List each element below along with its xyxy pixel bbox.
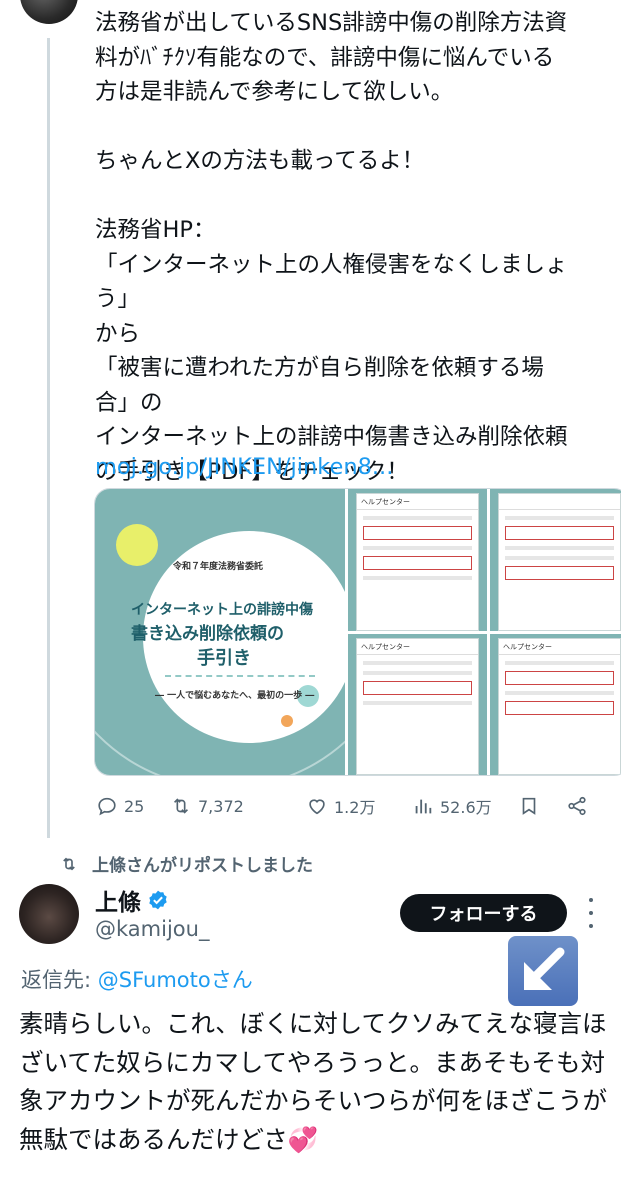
author-avatar[interactable]	[20, 0, 78, 24]
highlight-box	[505, 700, 614, 715]
down-left-arrow-icon	[508, 936, 578, 1006]
text-line	[363, 546, 472, 550]
verified-badge-icon	[149, 890, 167, 910]
media-screen[interactable]: ヘルプセンター	[490, 633, 621, 775]
phone-screenshot: ヘルプセンター	[498, 637, 621, 775]
screen-header: ヘルプセンター	[357, 639, 478, 655]
decor-yellow-circle	[116, 524, 158, 566]
bookmark-icon	[522, 797, 536, 815]
highlight-box	[363, 526, 472, 540]
screen-header: ヘルプセンター	[499, 639, 620, 655]
views-icon	[415, 799, 432, 814]
views-button[interactable]: 52.6万	[412, 794, 492, 818]
share-icon	[568, 796, 586, 816]
reply-icon	[98, 797, 116, 816]
text-line	[363, 576, 472, 580]
repost-count: 7,372	[198, 796, 244, 816]
cover-title-line3: 手引き	[197, 648, 251, 669]
view-count: 52.6万	[440, 798, 492, 817]
text-line	[505, 660, 614, 665]
highlight-box	[363, 556, 472, 570]
thread-line	[47, 38, 50, 838]
reply-mention-link[interactable]: @SFumotoさん	[98, 968, 253, 992]
tweet-media[interactable]: 令和７年度法務省委託 インターネット上の誹謗中傷 書き込み削除依頼の 手引き ―…	[94, 488, 621, 776]
text-line	[363, 516, 472, 520]
heart-icon	[309, 799, 325, 815]
text-line	[505, 690, 614, 695]
media-screens: ヘルプセンター ヘルプセンター ヘルプセンター	[348, 489, 621, 775]
cover-divider	[165, 675, 315, 677]
decor-orange-circle	[281, 715, 293, 727]
repost-icon	[173, 798, 189, 814]
cover-title-line1: インターネット上の誹謗中傷	[131, 602, 313, 618]
text-line	[505, 556, 614, 560]
repost-header-text: 上條さんがリポストしました	[92, 856, 313, 876]
highlight-box	[505, 670, 614, 685]
repost-icon	[63, 857, 75, 870]
phone-screenshot: ヘルプセンター	[356, 637, 479, 775]
reply-prefix: 返信先:	[21, 968, 98, 992]
text-line	[363, 670, 472, 675]
like-button[interactable]: 1.2万	[306, 794, 375, 818]
tweet-link[interactable]: moj.go.jp/JINKEN/jinken8...	[95, 452, 393, 482]
cover-title-line2: 書き込み削除依頼の	[131, 624, 284, 644]
repost-button[interactable]: 7,372	[170, 795, 244, 817]
highlight-box	[505, 526, 614, 540]
tweet-text: 法務省が出しているSNS誹謗中傷の削除方法資 料がﾊﾞﾁｸｿ有能なので、誹謗中傷…	[95, 10, 568, 485]
text-line	[363, 660, 472, 665]
cover-subtitle: ― 一人で悩むあなたへ、最初の一歩 ―	[155, 691, 315, 701]
highlight-box	[363, 680, 472, 695]
media-cover-image[interactable]: 令和７年度法務省委託 インターネット上の誹謗中傷 書き込み削除依頼の 手引き ―…	[95, 489, 345, 775]
tweet-actions: 25 7,372 1.2万 52.6万	[96, 790, 620, 822]
author-name[interactable]: 上條	[95, 883, 169, 917]
text-line	[505, 516, 614, 520]
screen-header	[499, 494, 620, 510]
more-options-icon[interactable]	[587, 898, 595, 928]
follow-button[interactable]: フォローする	[400, 894, 567, 932]
share-button[interactable]	[566, 795, 588, 817]
cover-supertitle: 令和７年度法務省委託	[173, 562, 264, 572]
bookmark-button[interactable]	[518, 795, 540, 817]
media-screen[interactable]: ヘルプセンター	[348, 633, 487, 775]
repost-header[interactable]: 上條さんがリポストしました	[60, 851, 313, 876]
reply-button[interactable]: 25	[96, 795, 144, 817]
text-line	[505, 546, 614, 550]
author-avatar[interactable]	[19, 884, 79, 944]
reply-tweet-text: 素晴らしい。これ、ぼくに対してクソみてえな寝言ほざいてた奴らにカマしてやろうっと…	[19, 1009, 607, 1154]
author-handle[interactable]: @kamijou_	[95, 917, 209, 941]
highlight-box	[505, 566, 614, 580]
media-screen[interactable]	[490, 489, 621, 631]
like-count: 1.2万	[334, 798, 376, 817]
screen-header: ヘルプセンター	[357, 494, 478, 510]
phone-screenshot	[498, 493, 621, 631]
text-line	[363, 700, 472, 705]
phone-screenshot: ヘルプセンター	[356, 493, 479, 631]
media-screen[interactable]: ヘルプセンター	[348, 489, 487, 631]
reply-context: 返信先: @SFumotoさん	[21, 964, 253, 994]
author-name-text: 上條	[95, 890, 141, 916]
reply-count: 25	[124, 796, 145, 816]
